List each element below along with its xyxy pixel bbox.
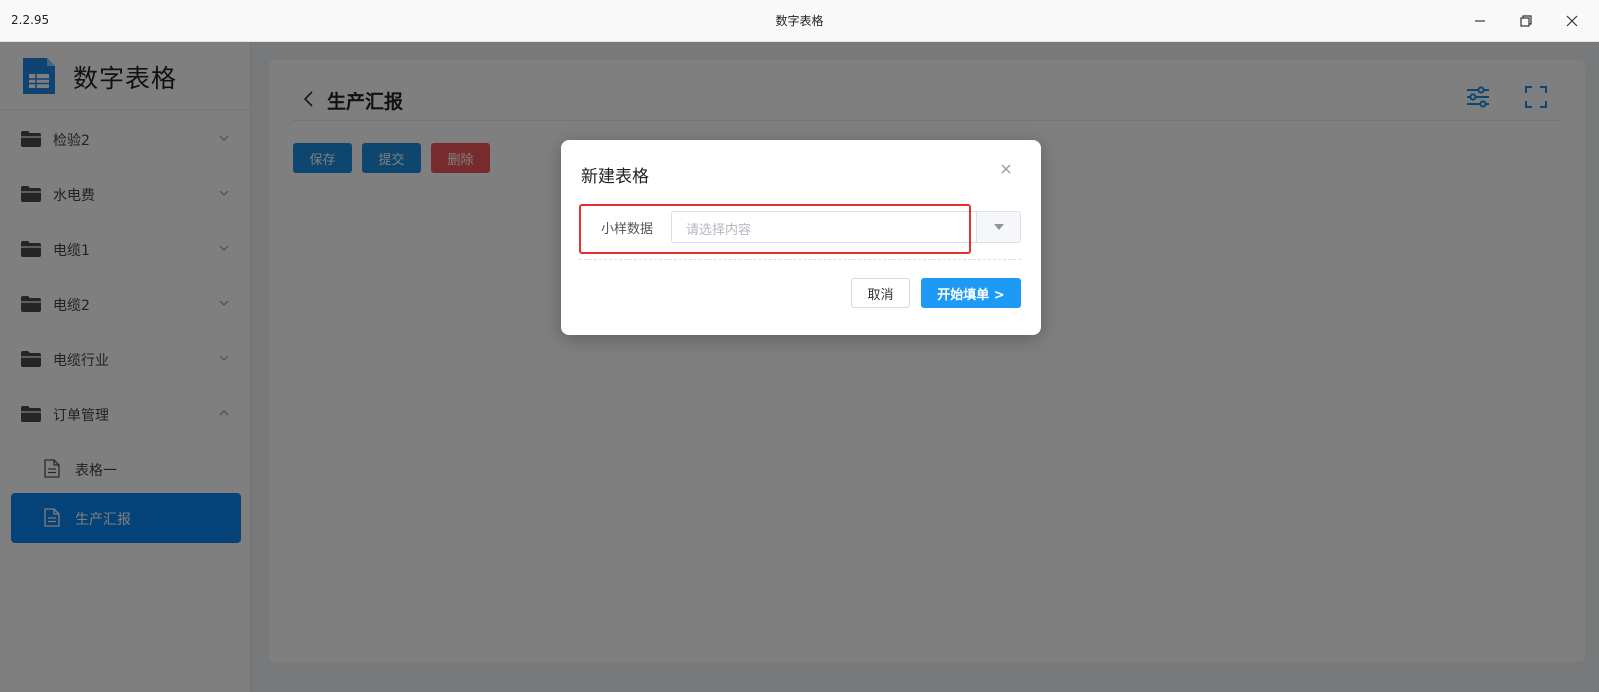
new-table-dialog: 新建表格 小样数据 请选择内容 取消 开始填单 > [561,140,1041,335]
cancel-button[interactable]: 取消 [851,278,910,308]
close-icon[interactable] [999,162,1013,176]
minimize-icon[interactable] [1470,11,1490,31]
sample-data-label: 小样数据 [601,222,654,237]
window-title: 数字表格 [775,14,824,28]
close-window-icon[interactable] [1562,11,1582,31]
restore-icon[interactable] [1516,11,1536,31]
dialog-title: 新建表格 [581,167,649,187]
sample-data-select[interactable]: 请选择内容 [671,211,1021,243]
start-filling-button[interactable]: 开始填单 > [921,278,1021,308]
dialog-divider [579,259,1021,260]
select-placeholder: 请选择内容 [686,223,752,238]
caret-down-icon [994,224,1004,230]
window-titlebar: 2.2.95 数字表格 [0,0,1599,42]
select-dropdown-toggle[interactable] [976,212,1020,242]
